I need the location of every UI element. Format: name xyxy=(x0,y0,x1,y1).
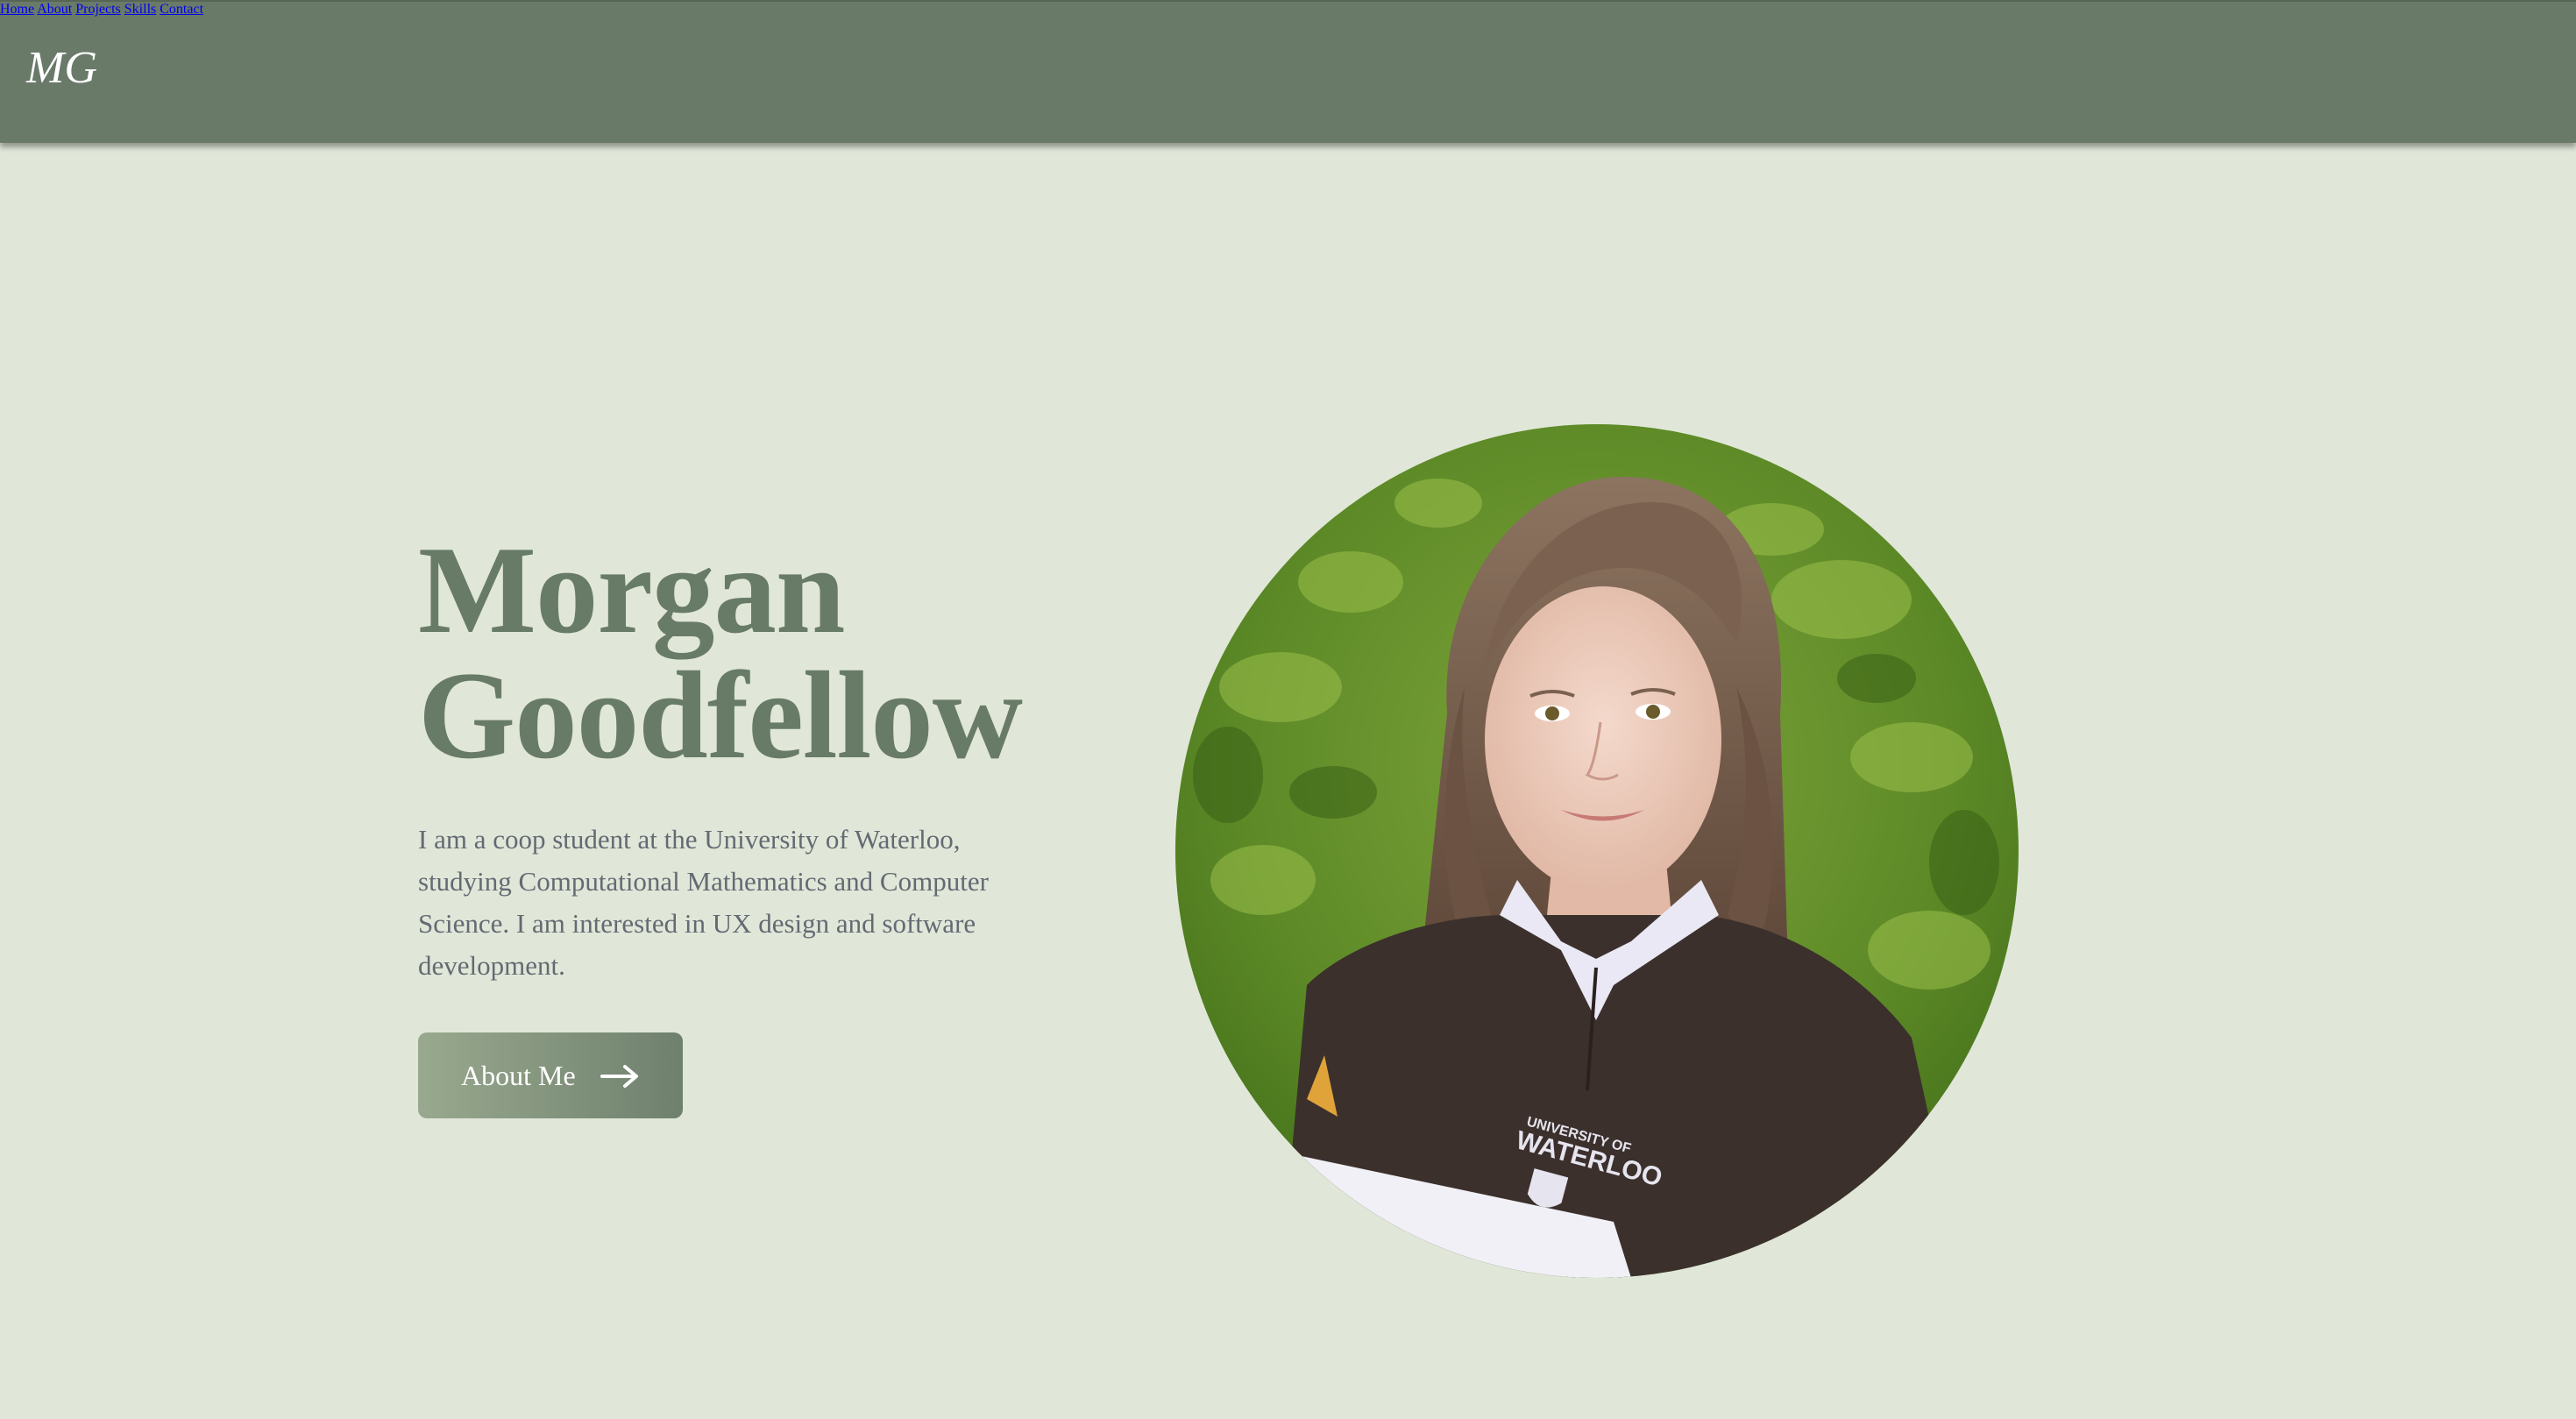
main-nav: Home About Projects Skills Contact xyxy=(0,2,2576,18)
nav-contact-link[interactable]: Contact xyxy=(160,2,203,17)
nav-about-link[interactable]: About xyxy=(37,2,72,17)
hero-name-first: Morgan xyxy=(418,521,845,659)
hero-description: I am a coop student at the University of… xyxy=(418,824,989,981)
nav-skills-link[interactable]: Skills xyxy=(124,2,156,17)
nav-projects-link[interactable]: Projects xyxy=(75,2,121,17)
hero-intro: Morgan Goodfellow I am a coop student at… xyxy=(418,528,1084,1014)
profile-photo: UNIVERSITY OF WATERLOO xyxy=(1175,424,2019,1278)
nav-home-link[interactable]: Home xyxy=(0,2,34,17)
about-me-button[interactable]: About Me xyxy=(418,1032,683,1118)
hero-name-last: Goodfellow xyxy=(418,646,1023,784)
site-logo[interactable]: MG xyxy=(26,46,97,91)
hero-name: Morgan Goodfellow xyxy=(418,528,1084,778)
arrow-right-icon xyxy=(600,1063,639,1088)
about-me-button-label: About Me xyxy=(461,1059,576,1091)
navbar: MG Home About Projects Skills Contact xyxy=(0,0,2576,143)
